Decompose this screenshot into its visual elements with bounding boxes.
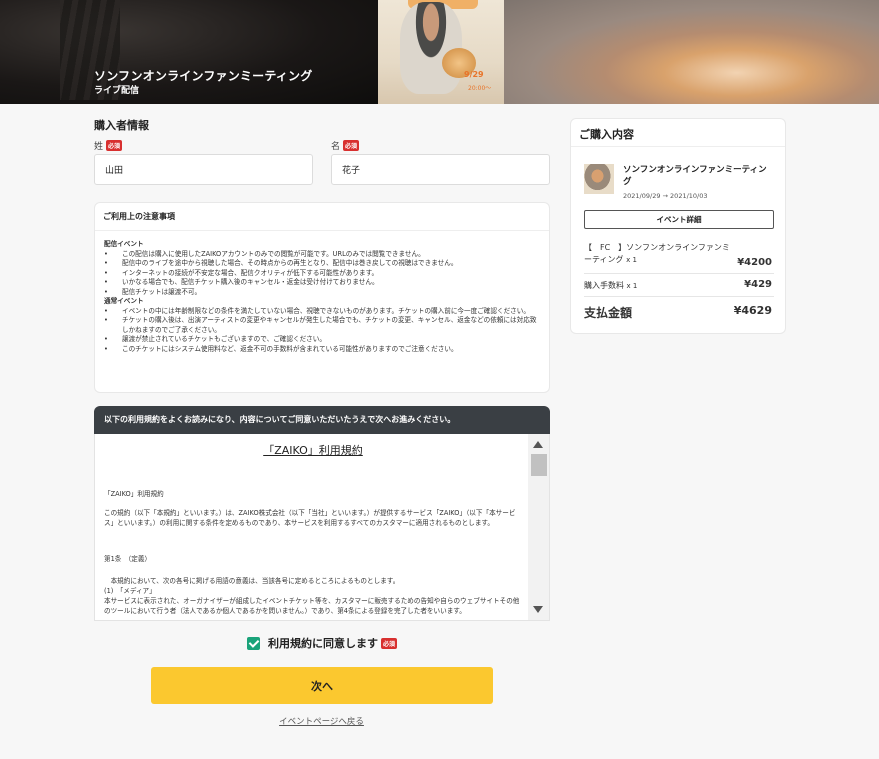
event-subtitle: ライブ配信: [94, 86, 140, 96]
notice-item: いかなる場合でも、配信チケット購入後のキャンセル・返金は受け付けておりません。: [104, 278, 542, 288]
terms-paragraph: この規約（以下「本規約」といいます。）は、ZAIKO株式会社（以下「当社」といい…: [104, 509, 516, 528]
poster-date: 9/29: [464, 70, 484, 79]
required-badge: 必須: [343, 140, 360, 151]
poster-time: 20:00〜: [468, 85, 492, 92]
ticket-name: 【 FC 】ソンフンオンラインファンミーティング: [584, 243, 730, 265]
terms-document-title: 「ZAIKO」利用規約: [263, 444, 363, 457]
event-poster-image: 9/29 20:00〜: [378, 0, 504, 104]
event-thumbnail: [584, 164, 614, 194]
notice-item: 譲渡が禁止されているチケットもございますので、ご確認ください。: [104, 335, 542, 345]
notice-divider: [95, 230, 549, 231]
first-name-label: 名必須: [331, 139, 360, 152]
ticket-line-label: 【 FC 】ソンフンオンラインファンミーティング x 1: [584, 242, 734, 267]
agree-label[interactable]: 利用規約に同意します: [268, 635, 378, 651]
first-name-label-text: 名: [331, 142, 341, 152]
last-name-field[interactable]: [94, 154, 313, 185]
ticket-quantity: x 1: [626, 256, 637, 265]
fee-name: 購入手数料: [584, 281, 624, 290]
last-name-label: 姓必須: [94, 139, 123, 152]
usage-notice-card: ご利用上の注意事項 配信イベント この配信は購入に使用したZAIKOアカウントの…: [94, 202, 550, 393]
ticket-price: ¥4200: [737, 257, 772, 268]
fee-price: ¥429: [744, 279, 772, 290]
terms-paragraph: 本サービスに表示された、オーガナイザーが組成したイベントチケット等を、カスタマー…: [104, 596, 520, 615]
back-to-event-link[interactable]: イベントページへ戻る: [0, 715, 643, 727]
notice-item: このチケットにはシステム使用料など、返金不可の手数料が含まれている可能性がありま…: [104, 345, 542, 355]
terms-paragraph: 本規約において、次の各号に掲げる用語の意義は、当該各号に定めるところによるものと…: [104, 577, 400, 586]
notice-list: この配信は購入に使用したZAIKOアカウントのみでの閲覧が可能です。URLのみで…: [104, 250, 542, 298]
agree-terms-checkbox-row[interactable]: 利用規約に同意します 必須: [247, 635, 398, 651]
terms-scrollbar[interactable]: [528, 434, 549, 620]
hero-cat-photo: [504, 0, 879, 104]
hero-background-left: [0, 0, 380, 104]
summary-event-dates: 2021/09/29 → 2021/10/03: [623, 192, 708, 200]
terms-scroll-area[interactable]: 「ZAIKO」利用規約 「ZAIKO」利用規約 この規約（以下「本規約」といいま…: [94, 434, 550, 621]
notice-title: ご利用上の注意事項: [103, 212, 175, 221]
total-label: 支払金額: [584, 306, 633, 320]
fee-quantity: x 1: [626, 282, 638, 290]
event-hero-banner: 9/29 20:00〜 ソンフンオンラインファンミーティング ライブ配信: [0, 0, 879, 104]
summary-event-title: ソンフンオンラインファンミーティング: [623, 165, 767, 188]
scroll-down-arrow-icon[interactable]: [533, 606, 543, 613]
summary-divider: [584, 296, 774, 297]
terms-paragraph: (1) 「メディア」: [104, 586, 156, 595]
notice-item: 配信中のライブを途中から視聴した場合、その時点からの再生となり、配信中は巻き戻し…: [104, 259, 542, 269]
scrollbar-thumb[interactable]: [531, 454, 547, 476]
notice-item: 配信チケットは譲渡不可。: [104, 288, 542, 298]
last-name-label-text: 姓: [94, 142, 104, 152]
event-detail-button[interactable]: イベント詳細: [584, 210, 774, 229]
terms-paragraph: 第1条 （定義）: [104, 555, 152, 564]
order-summary-card: ご購入内容 ソンフンオンラインファンミーティング 2021/09/29 → 20…: [570, 118, 786, 334]
scroll-up-arrow-icon[interactable]: [533, 441, 543, 448]
summary-title: ご購入内容: [571, 119, 785, 147]
notice-item: この配信は購入に使用したZAIKOアカウントのみでの閲覧が可能です。URLのみで…: [104, 250, 542, 260]
notice-body: 配信イベント この配信は購入に使用したZAIKOアカウントのみでの閲覧が可能です…: [104, 240, 542, 355]
total-price: ¥4629: [733, 304, 772, 317]
terms-content: 「ZAIKO」利用規約 「ZAIKO」利用規約 この規約（以下「本規約」といいま…: [104, 434, 522, 620]
event-title: ソンフンオンラインファンミーティング: [94, 69, 313, 83]
buyer-info-title: 購入者情報: [94, 119, 149, 132]
required-badge: 必須: [106, 140, 123, 151]
notice-list: イベントの中には年齢制限などの条件を満たしていない場合、視聴できないものがありま…: [104, 307, 542, 355]
terms-paragraph: 「ZAIKO」利用規約: [104, 489, 164, 498]
notice-group-heading: 配信イベント: [104, 240, 144, 248]
notice-group-heading: 通常イベント: [104, 297, 144, 306]
notice-item: イベントの中には年齢制限などの条件を満たしていない場合、視聴できないものがありま…: [104, 307, 542, 317]
notice-item: インターネットの接続が不安定な場合、配信クオリティが低下する可能性があります。: [104, 269, 542, 279]
required-badge: 必須: [381, 637, 398, 649]
next-button[interactable]: 次へ: [151, 667, 493, 704]
summary-divider: [584, 273, 774, 274]
terms-instruction-header: 以下の利用規約をよくお読みになり、内容についてご同意いただいたうえで次へお進みく…: [94, 406, 550, 434]
notice-item: チケットの購入後は、出演アーティストの変更やキャンセルが発生した場合でも、チケッ…: [104, 316, 542, 335]
agree-checkbox[interactable]: [247, 636, 260, 650]
first-name-field[interactable]: [331, 154, 550, 185]
